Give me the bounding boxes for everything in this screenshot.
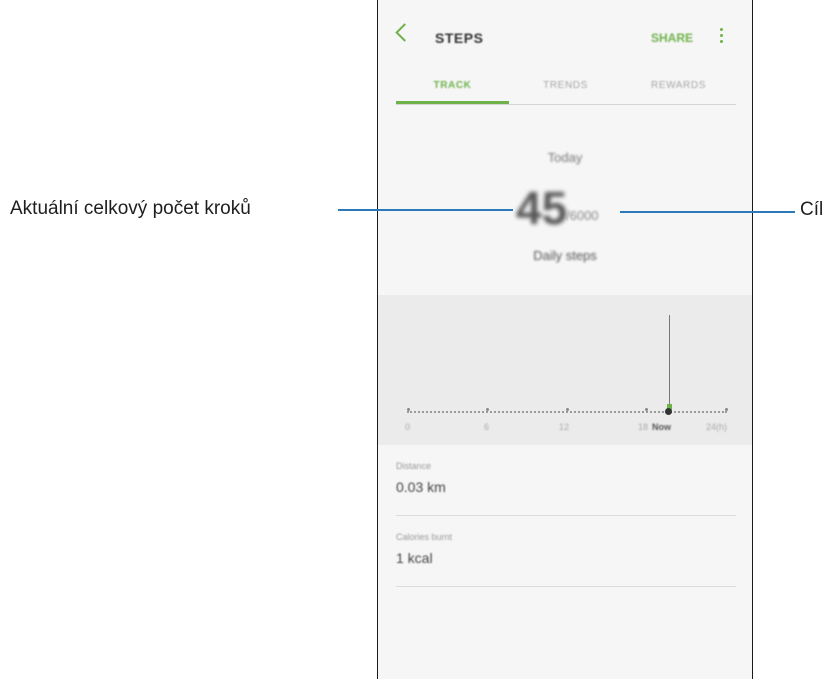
timeline-label: 6 (484, 422, 490, 432)
page-title: STEPS (435, 30, 484, 46)
step-count: 45 (516, 182, 568, 234)
timeline-tick (645, 408, 648, 411)
callout-current-steps: Aktuální celkový počet kroků (10, 198, 251, 219)
distance-value: 0.03 km (396, 479, 446, 495)
now-marker-line (669, 315, 670, 411)
timeline-label: 0 (405, 422, 411, 432)
distance-stat: Distance 0.03 km (396, 461, 736, 516)
callout-goal: Cíl (800, 199, 824, 220)
calories-label: Calories burnt (396, 532, 453, 542)
now-marker-dot (665, 408, 672, 415)
daily-steps-caption: Daily steps (533, 248, 597, 263)
more-options-icon[interactable] (720, 28, 724, 46)
timeline-now-label: Now (652, 422, 671, 432)
timeline-tick (407, 408, 410, 411)
tab-bar: TRACK TRENDS REWARDS (396, 76, 736, 105)
callout-leader-right (620, 211, 795, 213)
timeline-tick (486, 408, 489, 411)
timeline-label: 24(h) (706, 422, 728, 432)
distance-label: Distance (396, 461, 432, 471)
period-label: Today (547, 150, 583, 165)
step-goal: /6000 (566, 208, 599, 223)
phone-screen: STEPS SHARE TRACK TRENDS REWARDS Today 4… (377, 0, 753, 679)
calories-stat: Calories burnt 1 kcal (396, 532, 736, 587)
tab-rewards[interactable]: REWARDS (622, 80, 735, 91)
share-button[interactable]: SHARE (651, 31, 693, 45)
timeline-tick (566, 408, 569, 411)
timeline-label: 18 (638, 422, 649, 432)
app-bar: STEPS SHARE (378, 0, 752, 62)
timeline-tick (725, 408, 728, 411)
back-arrow-icon[interactable] (395, 23, 414, 42)
timeline-axis (407, 411, 727, 413)
tab-track[interactable]: TRACK (396, 80, 509, 91)
calories-value: 1 kcal (396, 550, 433, 566)
timeline-label: 12 (559, 422, 570, 432)
active-tab-indicator (396, 101, 509, 104)
callout-leader-left (338, 209, 513, 211)
tab-trends[interactable]: TRENDS (509, 80, 622, 91)
steps-timeline-graph: 0 6 12 18 Now 24(h) (378, 295, 752, 445)
